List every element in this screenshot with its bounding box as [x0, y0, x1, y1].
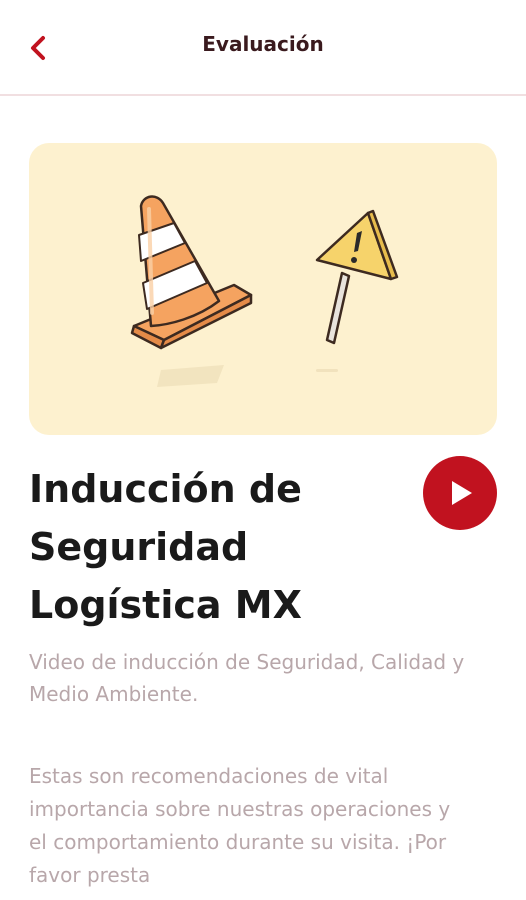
course-title: Inducción de Seguridad Logística MX — [29, 467, 302, 627]
traffic-cone-icon — [130, 195, 253, 350]
page-title: Evaluación — [202, 32, 324, 56]
play-button[interactable] — [423, 456, 497, 530]
course-subtitle: Video de inducción de Seguridad, Calidad… — [29, 650, 465, 706]
course-description: Estas son recomendaciones de vital impor… — [29, 764, 451, 887]
top-bar: Evaluación — [0, 0, 526, 96]
play-icon — [452, 481, 472, 505]
hero-illustration — [29, 143, 497, 435]
warning-sign-icon — [315, 209, 399, 345]
